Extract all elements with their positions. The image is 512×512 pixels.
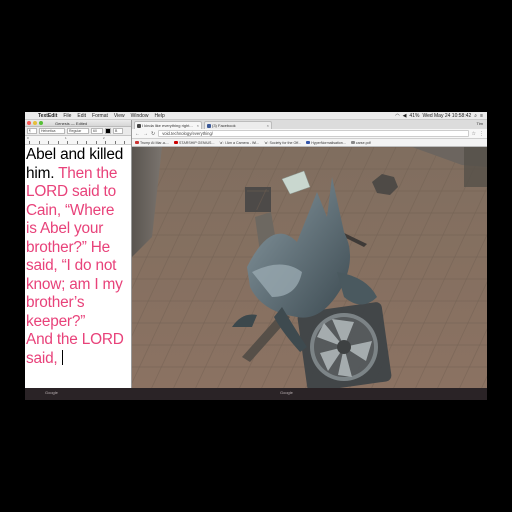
text-color-well[interactable] [105,128,111,134]
bookmark-label: HyperNormalisation... [311,140,346,145]
tab-strip: I kinda like everything right... × (3) F… [132,120,487,129]
bookmark-label: STARSHIP GENIUS... [179,140,215,145]
close-tab-icon[interactable]: × [267,123,269,128]
font-style-select[interactable]: Regular [67,128,89,134]
text-segment: him. [26,164,59,182]
text-segment-highlighted: said, [26,349,62,367]
document-title: Genesis — Edited [55,120,88,126]
wifi-icon[interactable]: ◠ [395,113,399,119]
close-tab-icon[interactable]: × [197,123,199,128]
bold-button[interactable]: B [113,128,123,134]
tab-facebook[interactable]: (3) Facebook × [204,121,272,129]
youtube-icon [174,141,179,144]
desktop-screen: TextEdit File Edit Format View Window He… [25,112,487,400]
spotlight-icon[interactable]: ⌕ [474,113,477,119]
text-line: is Abel your [26,220,104,237]
dock-label[interactable]: Google [45,390,58,395]
star-icon[interactable]: ☆ [472,131,476,137]
document-text-area[interactable]: Abel and killed him. Then the LORD said … [25,145,131,368]
tab-label: (3) Facebook [212,123,236,128]
forward-icon[interactable]: → [143,131,148,137]
facebook-favicon-icon [207,123,211,128]
menu-edit[interactable]: Edit [74,113,89,119]
text-line: brother’s [26,294,85,311]
ruler-number: 2 [103,136,105,140]
menu-icon[interactable]: ⋮ [479,131,484,137]
menu-file[interactable]: File [60,113,74,119]
menu-format[interactable]: Format [89,113,111,119]
bookmarks-bar: Trump At Mar-a-... STARSHIP GENIUS... 'a… [132,139,487,147]
ruler-number: 0 [27,136,29,140]
zoom-window-button[interactable] [39,121,43,125]
tab-everything[interactable]: I kinda like everything right... × [134,121,202,129]
bookmark-label: carse.pdf [355,140,371,145]
back-icon[interactable]: ← [135,131,140,137]
text-line: brother?” He [26,238,110,256]
address-bar[interactable]: void.technology/everything/ [158,130,469,137]
tab-label: I kinda like everything right... [142,123,193,128]
text-line: LORD said to [26,183,116,200]
textedit-window: Genesis — Edited ¶ Helvetica Regular 60 … [25,120,132,388]
format-toolbar: ¶ Helvetica Regular 60 B [25,127,131,136]
text-line: him. Then the [26,165,130,184]
bookmark-item[interactable]: STARSHIP GENIUS... [174,141,214,145]
textedit-titlebar[interactable]: Genesis — Edited [25,120,131,127]
ruler-number: 1 [65,136,67,140]
bookmark-item[interactable]: 'a': Society for the Off... [264,141,301,145]
reload-icon[interactable]: ↻ [151,131,155,137]
close-window-button[interactable] [27,121,31,125]
text-line: know; am I my [26,275,123,293]
bookmark-favicon-icon [306,141,311,144]
bookmark-label: 'a': I Am a Camera - Wi... [219,140,260,145]
profile-button[interactable]: Tim [476,121,483,126]
paragraph-style-select[interactable]: ¶ [27,128,37,134]
bookmark-item[interactable]: carse.pdf [350,140,371,145]
text-line: And the LORD [26,331,124,348]
font-size-select[interactable]: 60 [91,128,103,134]
bookmark-item[interactable]: Trump At Mar-a-... [135,141,169,145]
bookmark-item[interactable]: HyperNormalisation... [306,141,346,145]
webgl-3d-scene[interactable] [132,147,487,388]
bookmark-favicon-icon [135,141,139,144]
text-line: Cain, “Where [26,201,115,219]
ruler[interactable]: 0 1 2 [25,136,131,145]
toolbar: ← → ↻ void.technology/everything/ ☆ ⋮ [132,129,487,139]
minimize-window-button[interactable] [33,121,37,125]
text-cursor [61,349,63,365]
menu-help[interactable]: Help [151,113,167,119]
clock[interactable]: Wed May 24 10:58:42 [422,113,471,119]
text-line: said, “I do not [26,257,117,274]
menu-window[interactable]: Window [128,113,152,119]
text-line: keeper?” [26,312,86,330]
pdf-icon [350,141,355,144]
status-area: ◠ ◀ 41% Wed May 24 10:58:42 ⌕ ≡ [395,113,487,119]
bottom-taskbar: Google Google [25,388,487,400]
menu-view[interactable]: View [111,113,128,119]
volume-icon[interactable]: ◀ [403,113,407,119]
battery-percent[interactable]: 41% [409,113,419,119]
notification-center-icon[interactable]: ≡ [480,113,483,119]
page-favicon-icon [137,123,141,128]
font-family-select[interactable]: Helvetica [39,128,65,134]
text-segment-highlighted: Then the [58,164,118,182]
macos-menu-bar: TextEdit File Edit Format View Window He… [25,112,487,120]
bookmark-label: 'a': Society for the Off... [264,140,302,145]
bookmark-label: Trump At Mar-a-... [140,140,170,145]
text-line: said, [26,349,130,369]
bookmark-item[interactable]: 'a': I Am a Camera - Wi... [219,141,259,145]
text-line: Abel and killed [26,146,124,163]
browser-window: I kinda like everything right... × (3) F… [132,120,487,388]
pillar [464,147,487,187]
menu-app-name[interactable]: TextEdit [35,113,60,119]
dock-label[interactable]: Google [280,390,293,395]
